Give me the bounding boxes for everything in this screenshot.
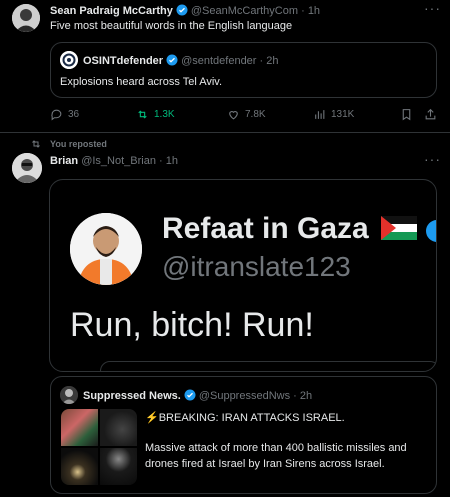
- reply-button[interactable]: 36: [50, 108, 79, 121]
- share-icon: [425, 108, 436, 120]
- bookmark-icon: [402, 109, 411, 121]
- quoted-tweet[interactable]: OSINTdefender @sentdefender · 2h Explosio…: [50, 42, 437, 98]
- refaat-avatar-icon: [70, 213, 142, 285]
- repost-button[interactable]: 1.3K: [136, 108, 175, 121]
- reply-icon: [51, 109, 62, 121]
- quote-time: · 2h: [259, 55, 279, 67]
- author-handle[interactable]: @Is_Not_Brian: [81, 155, 156, 167]
- media-thumb: [61, 409, 98, 446]
- tweet-header: Sean Padraig McCarthy @SeanMcCarthyCom · …: [50, 4, 320, 17]
- quote-text: Massive attack of more than 400 ballisti…: [145, 442, 407, 470]
- bookmark-button[interactable]: [400, 108, 413, 121]
- repost-icon: [138, 110, 147, 119]
- image-display-name: Refaat in Gaza: [162, 212, 418, 246]
- share-button[interactable]: [424, 108, 437, 121]
- osint-logo-icon: [60, 51, 78, 69]
- verified-badge-icon: [184, 389, 196, 401]
- more-options-icon[interactable]: ···: [424, 151, 441, 167]
- image-text: Run, bitch! Run!: [70, 306, 314, 344]
- quote-avatar: [60, 386, 78, 404]
- avatar-person-icon: [12, 4, 40, 32]
- author-name[interactable]: Brian: [50, 155, 78, 167]
- quote-avatar: [60, 51, 78, 69]
- quote-author-name: Suppressed News.: [83, 390, 181, 402]
- palestine-flag-icon: [381, 216, 418, 240]
- tweet-time[interactable]: · 1h: [159, 155, 178, 167]
- author-handle[interactable]: @SeanMcCarthyCom: [191, 5, 298, 17]
- tweet-time[interactable]: · 1h: [301, 5, 320, 17]
- tweet-text: Five most beautiful words in the English…: [50, 20, 293, 32]
- tweet-sean[interactable]: Sean Padraig McCarthy @SeanMcCarthyCom · …: [0, 0, 450, 132]
- media-thumb: [100, 409, 137, 446]
- tweet-image[interactable]: Refaat in Gaza @itranslate123 Run, bitch…: [49, 179, 437, 372]
- views-button[interactable]: 131K: [313, 108, 354, 121]
- quote-author-handle: @sentdefender: [181, 55, 257, 67]
- views-count: 131K: [331, 109, 355, 120]
- quote-header: OSINTdefender @sentdefender · 2h: [83, 54, 279, 67]
- quote-header: Suppressed News. @SuppressedNws · 2h: [83, 389, 312, 402]
- heart-icon: [229, 111, 238, 120]
- suppressed-news-logo-icon: [60, 386, 78, 404]
- like-count: 7.8K: [245, 109, 266, 120]
- avatar[interactable]: [12, 153, 42, 183]
- repost-count: 1.3K: [154, 109, 175, 120]
- avatar-photo-icon: [12, 153, 42, 183]
- more-options-icon[interactable]: ···: [424, 0, 441, 16]
- media-thumb: [100, 448, 137, 485]
- image-bottom-bar: [100, 361, 436, 371]
- media-thumb: [61, 448, 98, 485]
- quote-author-handle: @SuppressedNws: [198, 390, 291, 402]
- image-verified-icon: [426, 220, 436, 242]
- avatar[interactable]: [12, 4, 40, 32]
- like-button[interactable]: 7.8K: [227, 108, 266, 121]
- tweet-header: Brian @Is_Not_Brian · 1h: [50, 155, 178, 167]
- image-avatar: [70, 213, 142, 285]
- repost-icon: [32, 140, 40, 148]
- views-chart-icon: [315, 110, 325, 119]
- quote-media-grid[interactable]: [61, 409, 137, 485]
- quote-time: · 2h: [293, 390, 313, 402]
- author-name[interactable]: Sean Padraig McCarthy: [50, 5, 173, 17]
- image-handle: @itranslate123: [162, 251, 351, 282]
- tweet-actions: 36 1.3K 7.8K 131K: [50, 108, 440, 124]
- verified-badge-icon: [176, 4, 188, 16]
- quoted-tweet[interactable]: Suppressed News. @SuppressedNws · 2h ⚡BRE…: [50, 376, 437, 494]
- image-name-text: Refaat in Gaza: [162, 212, 369, 245]
- quote-text: Explosions heard across Tel Aviv.: [60, 76, 223, 88]
- quote-headline: ⚡BREAKING: IRAN ATTACKS ISRAEL.: [145, 412, 345, 424]
- reply-count: 36: [68, 109, 80, 120]
- quote-author-name: OSINTdefender: [83, 55, 164, 67]
- verified-badge-icon: [166, 54, 178, 66]
- repost-label[interactable]: You reposted: [50, 139, 107, 149]
- repost-indicator: You reposted: [30, 138, 107, 150]
